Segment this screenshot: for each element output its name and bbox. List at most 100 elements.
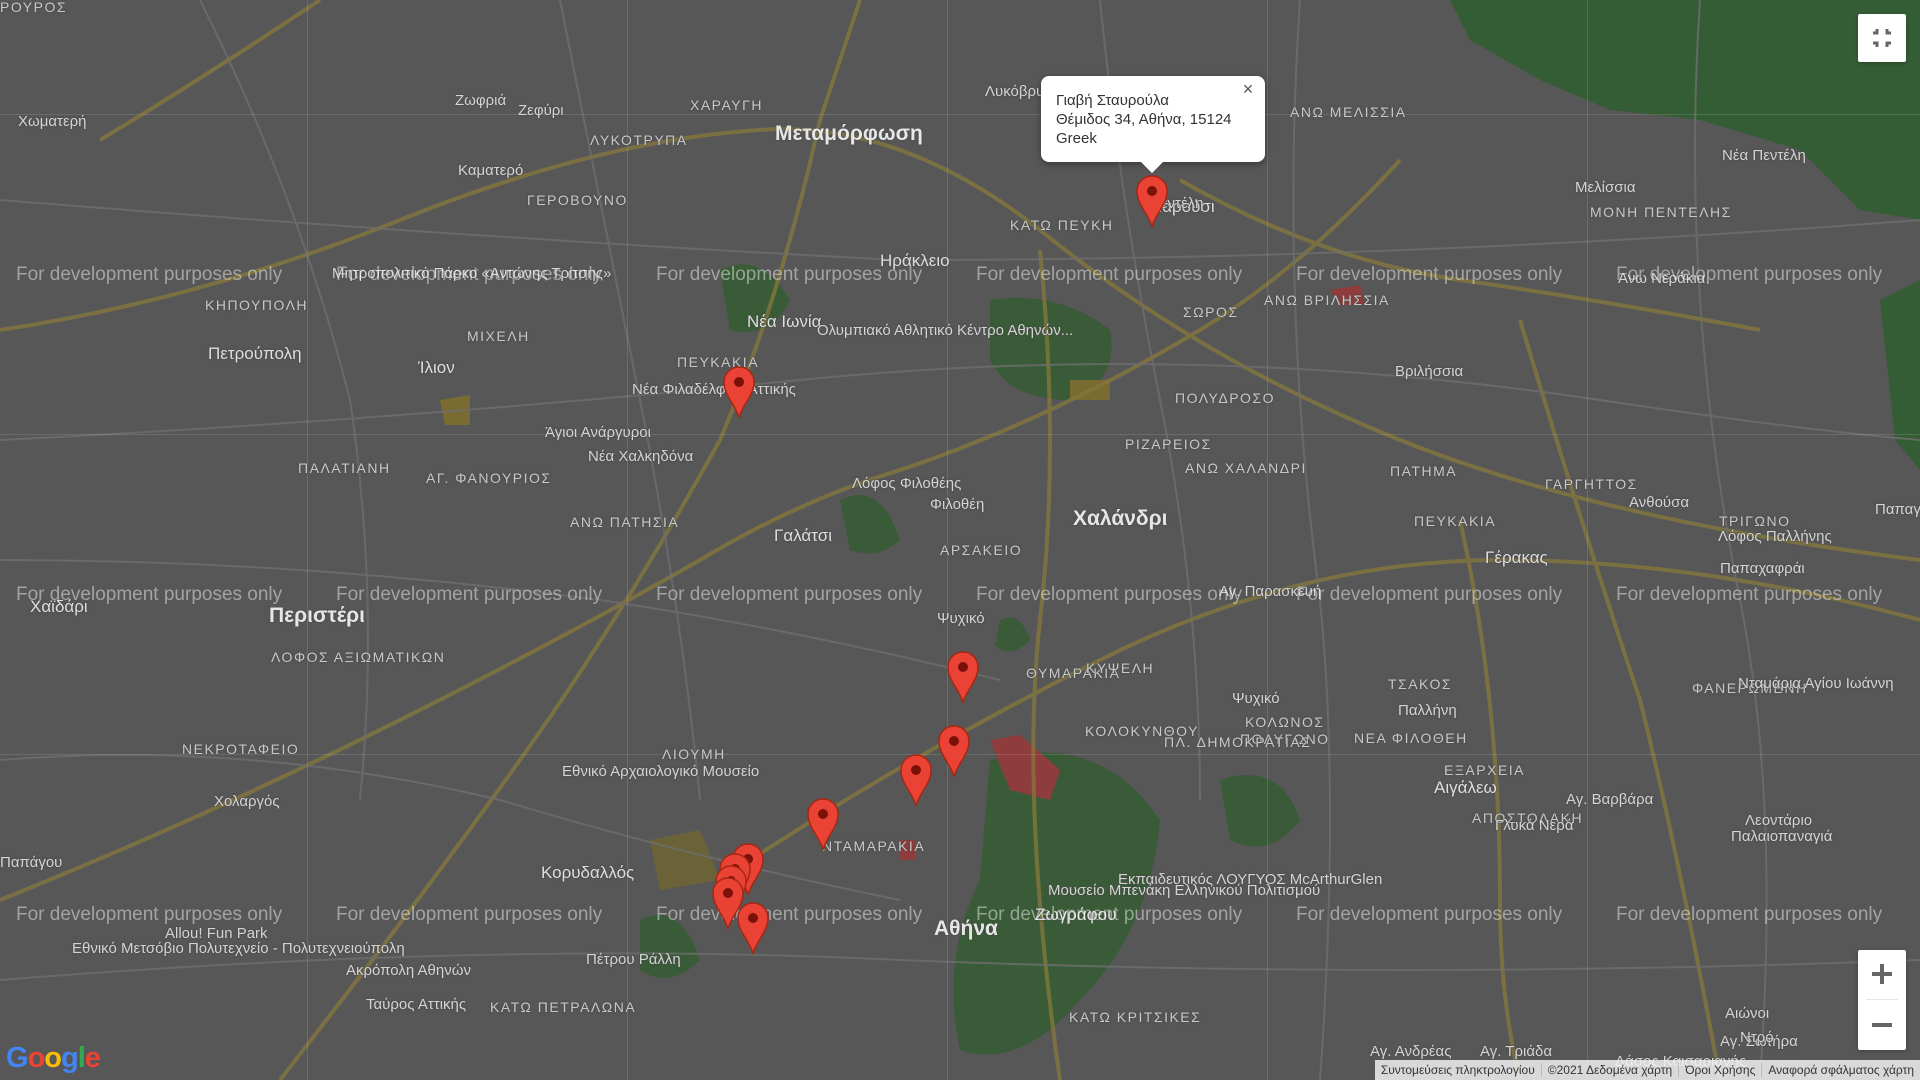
place-label: ΠΑΤΗΜΑ bbox=[1390, 463, 1458, 479]
map-marker[interactable] bbox=[722, 365, 756, 419]
tile-seam bbox=[0, 434, 1920, 435]
place-label: ΑΝΩ ΒΡΙΛΗΣΣΙΑ bbox=[1264, 292, 1390, 308]
watermark-text: For development purposes only bbox=[656, 584, 923, 605]
info-window[interactable]: Γιαβή Σταυρούλα Θέμιδος 34, Αθήνα, 15124… bbox=[1041, 76, 1265, 173]
place-label: ΧΑΡΑΥΓΗ bbox=[690, 97, 763, 113]
place-label: ΠΟΛΥΔΡΟΣΟ bbox=[1175, 390, 1275, 406]
place-label: ΑΡΣΑΚΕΙΟ bbox=[940, 542, 1023, 558]
close-icon[interactable]: × bbox=[1237, 78, 1259, 100]
place-label: Χολαργός bbox=[214, 793, 280, 810]
zoom-in-button[interactable] bbox=[1858, 950, 1906, 999]
place-label: Νέα Χαλκηδόνα bbox=[588, 448, 694, 465]
place-label: ΓΕΡΟΒΟΥΝΟ bbox=[527, 192, 628, 208]
place-label: ΜΙΧΕΛΗ bbox=[467, 328, 530, 344]
watermark-text: For development purposes only bbox=[1296, 584, 1563, 605]
place-label: Εθνικό Μετσόβιο Πολυτεχνείο - Πολυτεχνει… bbox=[72, 940, 405, 957]
place-label: ΓΑΡΓΗΤΤΟΣ bbox=[1545, 476, 1638, 492]
place-label: Ντρό bbox=[1740, 1029, 1774, 1046]
place-label: ΑΓ. ΦΑΝΟΥΡΙΟΣ bbox=[426, 470, 552, 486]
place-label: ΑΝΩ ΧΑΛΑΝΔΡΙ bbox=[1185, 460, 1307, 476]
terms-link[interactable]: Όροι Χρήσης bbox=[1679, 1063, 1761, 1077]
place-label: Αγ. Τριάδα bbox=[1480, 1043, 1553, 1060]
place-label: Παλλήνη bbox=[1398, 702, 1457, 719]
watermark-text: For development purposes only bbox=[16, 904, 283, 925]
tile-seam bbox=[0, 114, 1920, 115]
map-pin-icon bbox=[1136, 175, 1168, 228]
map-marker[interactable] bbox=[1135, 174, 1169, 228]
place-label: ΚΗΠΟΥΠΟΛΗ bbox=[205, 297, 309, 313]
map-marker[interactable] bbox=[946, 650, 980, 704]
place-label: Λεοντάριο bbox=[1745, 812, 1813, 829]
watermark-text: For development purposes only bbox=[656, 904, 923, 925]
watermark-text: For development purposes only bbox=[976, 584, 1243, 605]
map-pin-icon bbox=[947, 651, 979, 704]
info-name: Γιαβή Σταυρούλα bbox=[1056, 92, 1169, 109]
place-label: ΠΛ. ΔΗΜΟΚΡΑΤΙΑΣ bbox=[1164, 734, 1312, 750]
map-marker[interactable] bbox=[899, 753, 933, 807]
place-label: ΚΑΤΩ ΠΕΥΚΗ bbox=[1010, 217, 1114, 233]
watermark-text: For development purposes only bbox=[336, 264, 603, 285]
place-label: Παπαγελάκη bbox=[1875, 501, 1920, 518]
place-label: Φιλοθέη bbox=[930, 496, 985, 513]
place-label: Αιώνοι bbox=[1725, 1005, 1770, 1022]
place-label: Καματερό bbox=[458, 162, 524, 179]
map-marker[interactable] bbox=[806, 797, 840, 851]
map-canvas[interactable]: Χωματερή Ζωφριά Ζεφύρι ΧΑΡΑΥΓΗ Μεταμόρφωση ΛΥ… bbox=[0, 0, 1920, 1080]
map-marker[interactable] bbox=[937, 724, 971, 778]
place-label: Ζεφύρι bbox=[518, 102, 564, 119]
plus-icon bbox=[1872, 964, 1892, 984]
place-label: Μελίσσια bbox=[1575, 179, 1636, 196]
place-label: Εθνικό Αρχαιολογικό Μουσείο bbox=[562, 763, 760, 780]
place-label: Παπάγου bbox=[0, 854, 63, 871]
place-label: ΤΣΑΚΟΣ bbox=[1388, 676, 1452, 692]
place-label: ΝΕΚΡΟΤΑΦΕΙΟ bbox=[182, 741, 300, 757]
minus-icon bbox=[1872, 1023, 1892, 1027]
keyboard-shortcuts-link[interactable]: Συντομεύσεις πληκτρολογίου bbox=[1375, 1063, 1541, 1077]
place-label: Αιγάλεω bbox=[1434, 778, 1497, 797]
place-label: ΕΞΑΡΧΕΙΑ bbox=[1444, 762, 1526, 778]
map-pin-icon bbox=[900, 754, 932, 807]
place-label: ΑΝΩ ΜΕΛΙΣΣΙΑ bbox=[1290, 104, 1407, 120]
place-label: Γέρακας bbox=[1485, 548, 1548, 567]
place-label: ΚΑΤΩ ΠΕΤΡΑΛΩΝΑ bbox=[490, 999, 637, 1015]
watermark-text: For development purposes only bbox=[336, 904, 603, 925]
info-window-content: Γιαβή Σταυρούλα Θέμιδος 34, Αθήνα, 15124… bbox=[1056, 91, 1232, 148]
map-marker[interactable] bbox=[736, 901, 770, 955]
place-label: ΡΙΖΑΡΕΙΟΣ bbox=[1125, 436, 1212, 452]
place-label: Περιστέρι bbox=[269, 604, 365, 627]
place-label: ΚΑΤΩ ΚΡΙΤΣΙΚΕΣ bbox=[1069, 1009, 1202, 1025]
place-label: Νέα Πεντέλη bbox=[1722, 147, 1806, 164]
place-label: Βριλήσσια bbox=[1395, 363, 1464, 380]
map-pin-icon bbox=[723, 366, 755, 419]
place-label: ΛΥΚΟΤΡΥΠΑ bbox=[590, 132, 688, 148]
place-label: Πετρούπολη bbox=[208, 344, 302, 363]
map-pin-icon bbox=[938, 725, 970, 778]
place-label: ΛΙΟΥΜΗ bbox=[662, 746, 726, 762]
map-pin-icon bbox=[737, 902, 769, 955]
place-label: Λόφος Παλλήνης bbox=[1718, 528, 1832, 545]
place-label: Ψυχικό bbox=[1232, 690, 1280, 707]
place-label: ΜΟΝΗ ΠΕΝΤΕΛΗΣ bbox=[1590, 204, 1732, 220]
info-window-tail bbox=[1140, 161, 1164, 173]
place-label: Νταμάρια Αγίου Ιωάννη bbox=[1738, 675, 1894, 692]
tile-seam bbox=[1587, 0, 1588, 1080]
place-label: Άγιοι Ανάργυροι bbox=[545, 424, 651, 441]
watermark-text: For development purposes only bbox=[336, 584, 603, 605]
watermark-text: For development purposes only bbox=[1616, 904, 1883, 925]
watermark-text: For development purposes only bbox=[1616, 584, 1883, 605]
place-label: Παλαιοπαναγιά bbox=[1731, 828, 1833, 845]
place-label: Λόφος Φιλοθέης bbox=[852, 475, 962, 492]
place-label: ΚΟΛΩΝΟΣ bbox=[1245, 714, 1325, 730]
watermark-text: For development purposes only bbox=[976, 264, 1243, 285]
google-logo[interactable]: Google bbox=[6, 1042, 101, 1075]
place-label: ΛΟΦΟΣ ΑΞΙΩΜΑΤΙΚΩΝ bbox=[271, 649, 446, 665]
watermark-text: For development purposes only bbox=[1296, 264, 1563, 285]
place-label: Γλυκά Νερά bbox=[1495, 817, 1574, 834]
fullscreen-button[interactable] bbox=[1858, 14, 1906, 62]
info-address: Θέμιδος 34, Αθήνα, 15124 bbox=[1056, 111, 1232, 128]
place-label: Κορυδαλλός bbox=[541, 863, 635, 882]
tile-seam bbox=[307, 0, 308, 1080]
place-label: Ταύρος Αττικής bbox=[366, 996, 467, 1013]
zoom-out-button[interactable] bbox=[1858, 1000, 1906, 1050]
report-error-link[interactable]: Αναφορά σφάλματος χάρτη bbox=[1762, 1063, 1920, 1077]
